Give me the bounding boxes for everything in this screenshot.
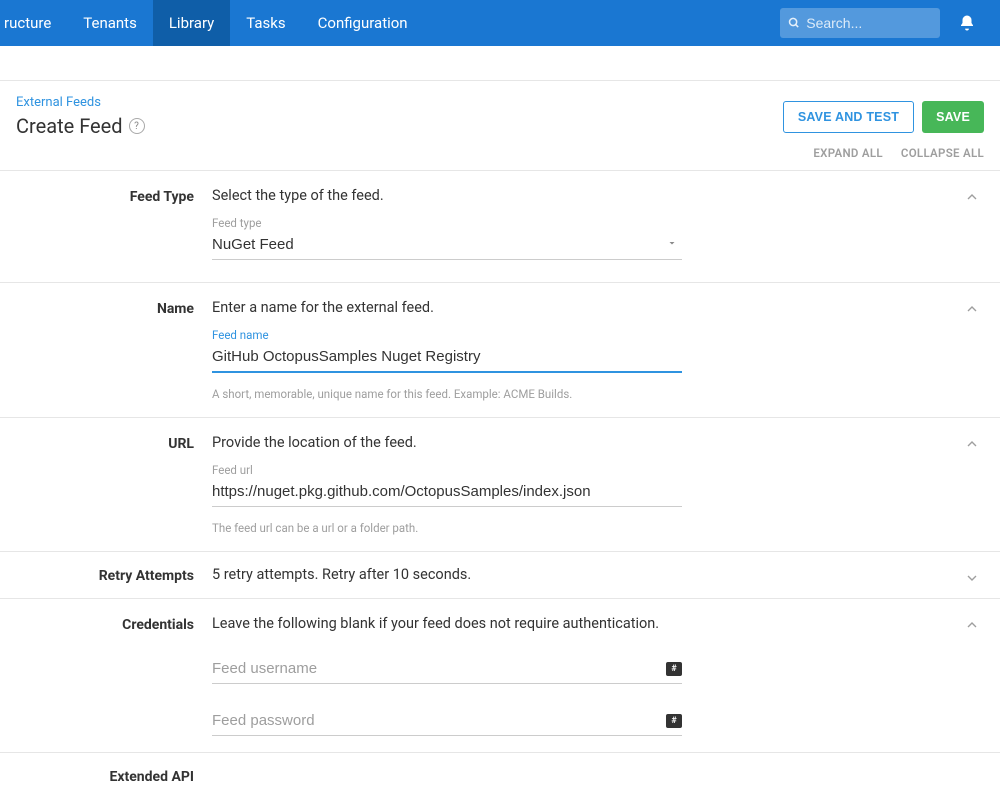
collapse-all-button[interactable]: COLLAPSE ALL	[901, 146, 984, 160]
search-input[interactable]	[806, 15, 932, 31]
section-label-extended: Extended API	[0, 767, 212, 785]
nav-tab-infrastructure[interactable]: ructure	[0, 0, 67, 46]
section-url: URL Provide the location of the feed. Fe…	[0, 417, 1000, 551]
section-label-credentials: Credentials	[0, 615, 212, 736]
section-desc-retry: 5 retry attempts. Retry after 10 seconds…	[212, 566, 712, 583]
nav-tab-library[interactable]: Library	[153, 0, 230, 46]
save-button[interactable]: SAVE	[922, 101, 984, 133]
expand-collapse-bar: EXPAND ALL COLLAPSE ALL	[0, 142, 1000, 170]
feed-username-input[interactable]	[212, 654, 682, 684]
save-and-test-button[interactable]: SAVE AND TEST	[783, 101, 914, 133]
notifications-icon[interactable]	[958, 14, 976, 32]
expand-all-button[interactable]: EXPAND ALL	[813, 146, 883, 160]
section-label-feed-type: Feed Type	[0, 187, 212, 266]
page-header: External Feeds Create Feed ? SAVE AND TE…	[0, 81, 1000, 142]
help-icon[interactable]: ?	[129, 118, 145, 134]
section-name: Name Enter a name for the external feed.…	[0, 282, 1000, 417]
breadcrumb[interactable]: External Feeds	[16, 95, 145, 110]
section-retry: Retry Attempts 5 retry attempts. Retry a…	[0, 551, 1000, 598]
nav-tab-tasks[interactable]: Tasks	[230, 0, 301, 46]
section-desc-url: Provide the location of the feed.	[212, 434, 712, 451]
feed-url-input[interactable]	[212, 477, 682, 507]
section-label-retry: Retry Attempts	[0, 566, 212, 584]
page-title-text: Create Feed	[16, 114, 123, 138]
section-label-name: Name	[0, 299, 212, 401]
feed-type-field-label: Feed type	[212, 216, 682, 230]
section-desc-name: Enter a name for the external feed.	[212, 299, 712, 316]
feed-type-select[interactable]	[212, 230, 682, 260]
bind-variable-icon[interactable]: #	[666, 662, 682, 676]
search-icon	[788, 16, 800, 30]
nav-tab-configuration[interactable]: Configuration	[302, 0, 424, 46]
collapse-toggle-feed-type[interactable]	[964, 189, 980, 205]
collapse-toggle-url[interactable]	[964, 436, 980, 452]
collapse-toggle-credentials[interactable]	[964, 617, 980, 633]
feed-name-input[interactable]	[212, 342, 682, 373]
section-label-url: URL	[0, 434, 212, 535]
nav-tab-tenants[interactable]: Tenants	[67, 0, 153, 46]
avatar-edge	[986, 0, 992, 46]
feed-url-field-label: Feed url	[212, 463, 682, 477]
section-desc-credentials: Leave the following blank if your feed d…	[212, 615, 712, 632]
search-box[interactable]	[780, 8, 940, 38]
collapse-toggle-name[interactable]	[964, 301, 980, 317]
feed-url-hint: The feed url can be a url or a folder pa…	[212, 521, 712, 535]
nav-tabs: ructure Tenants Library Tasks Configurat…	[0, 0, 424, 46]
collapse-toggle-retry[interactable]	[964, 570, 980, 586]
page-title: Create Feed ?	[16, 114, 145, 138]
section-desc-feed-type: Select the type of the feed.	[212, 187, 712, 204]
section-extended-api: Extended API	[0, 752, 1000, 789]
feed-name-hint: A short, memorable, unique name for this…	[212, 387, 712, 401]
top-nav: ructure Tenants Library Tasks Configurat…	[0, 0, 1000, 46]
section-feed-type: Feed Type Select the type of the feed. F…	[0, 170, 1000, 282]
bind-variable-icon[interactable]: #	[666, 714, 682, 728]
feed-name-field-label: Feed name	[212, 328, 682, 342]
feed-password-input[interactable]	[212, 706, 682, 736]
section-credentials: Credentials Leave the following blank if…	[0, 598, 1000, 752]
